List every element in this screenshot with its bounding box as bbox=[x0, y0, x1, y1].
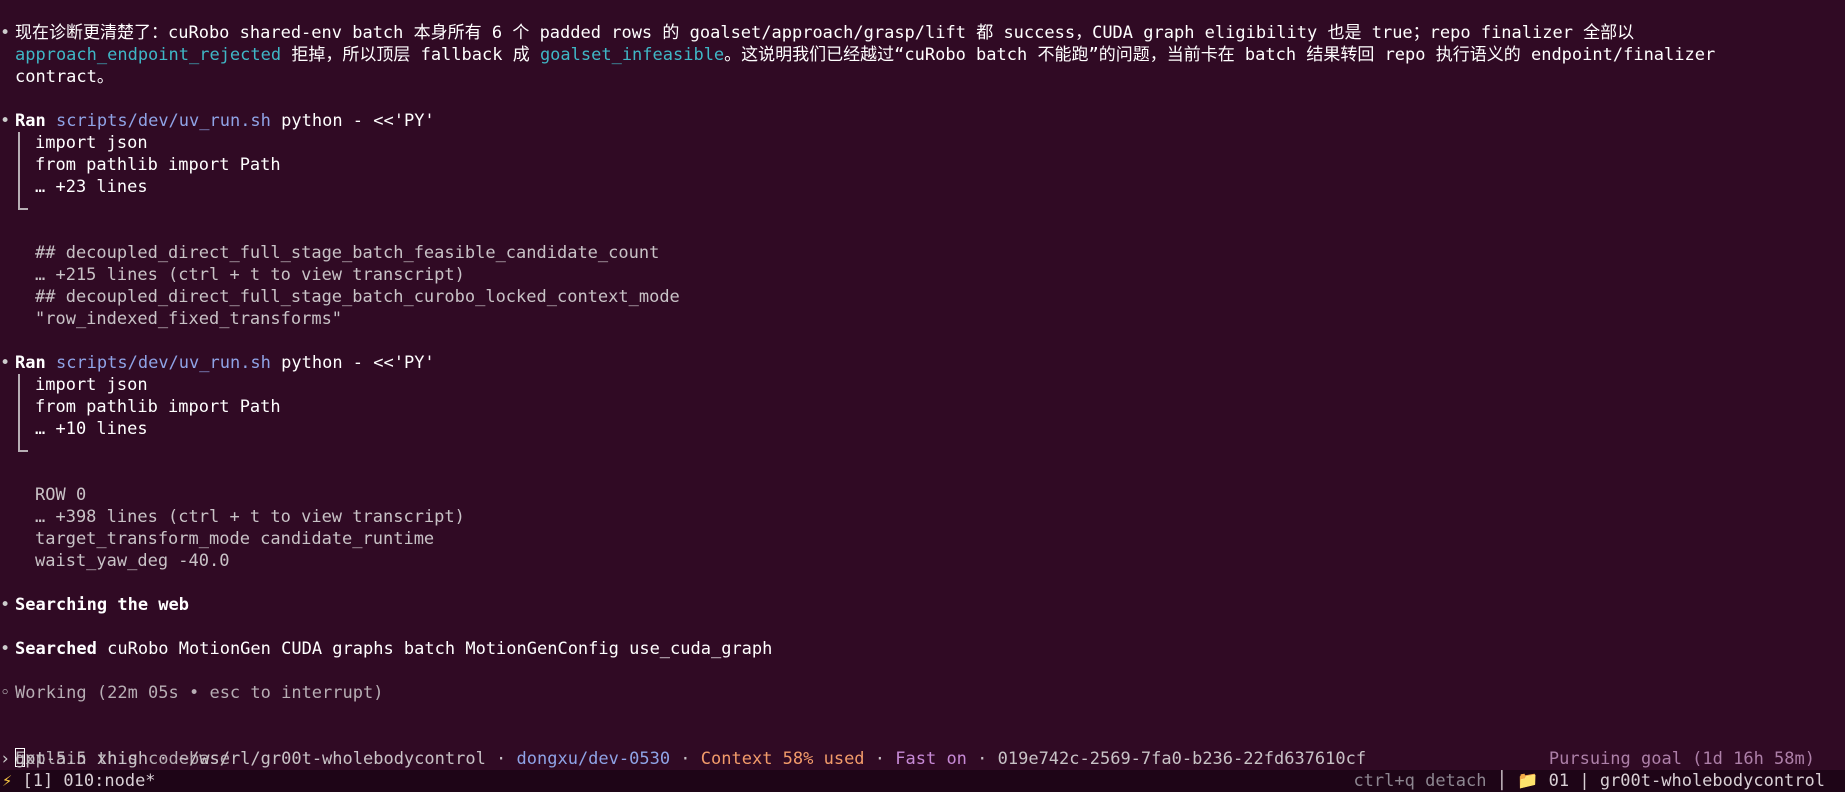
gutter-bar bbox=[18, 396, 20, 418]
script-path: scripts/dev/uv_run.sh bbox=[55, 353, 271, 373]
codex-status-bar: gpt-5.5 xhigh · ~/ws/rl/gr00t-wholebodyc… bbox=[15, 749, 1815, 769]
bullet-icon: • bbox=[0, 353, 11, 373]
command-args: python - <<'PY' bbox=[270, 111, 435, 131]
folder-icon: 📁 bbox=[1517, 771, 1539, 791]
message-text: 拒掉，所以顶层 fallback 成 bbox=[281, 45, 540, 65]
gutter-end-line bbox=[0, 198, 1845, 220]
command-args: python - <<'PY' bbox=[270, 353, 435, 373]
ran-command-header: • Ran scripts/dev/uv_run.sh python - <<'P… bbox=[0, 352, 1845, 374]
session-id: · 019e742c-2569-7fa0-b236-22fd637610cf bbox=[966, 749, 1367, 769]
output-line: "row_indexed_fixed_transforms" bbox=[35, 309, 343, 329]
code-line: import json bbox=[0, 132, 1845, 154]
tmux-right-status: ctrl+q detach │ 📁 01 | gr00t-wholebodyco… bbox=[1353, 770, 1825, 792]
message-text: contract。 bbox=[15, 67, 114, 87]
search-query: cuRobo MotionGen CUDA graphs batch Motio… bbox=[96, 639, 773, 659]
gutter-end bbox=[18, 198, 28, 210]
code-line: from pathlib import Path bbox=[0, 396, 1845, 418]
gutter-bar bbox=[18, 418, 20, 440]
message-line: approach_endpoint_rejected 拒掉，所以顶层 fallb… bbox=[0, 44, 1845, 66]
code-line: … +10 lines bbox=[0, 418, 1845, 440]
code-line: import json bbox=[0, 374, 1845, 396]
output-line: waist_yaw_deg -40.0 bbox=[35, 551, 230, 571]
searched-label: Searched bbox=[15, 639, 97, 659]
tmux-window: [1] 010:node* bbox=[12, 771, 156, 791]
tmux-status-bar: ⚡ [1] 010:node* ctrl+q detach │ 📁 01 | g… bbox=[0, 770, 1845, 792]
output-line: ROW 0 bbox=[35, 485, 87, 505]
bullet-icon: • bbox=[0, 23, 11, 43]
searching-line: • Searching the web bbox=[0, 595, 189, 615]
model-name: gpt-5.5 xhigh bbox=[15, 749, 149, 769]
output-line: … +398 lines (ctrl + t to view transcrip… bbox=[35, 507, 465, 527]
gutter-bar bbox=[18, 154, 20, 176]
tmux-window-list[interactable]: ⚡ [1] 010:node* bbox=[2, 770, 156, 792]
ran-label: Ran bbox=[15, 353, 46, 373]
tmux-session-name: 01 | gr00t-wholebodycontrol bbox=[1538, 771, 1825, 791]
output-line: target_transform_mode candidate_runtime bbox=[35, 529, 435, 549]
output-line: ## decoupled_direct_full_stage_batch_fea… bbox=[35, 243, 660, 263]
bullet-icon: • bbox=[0, 595, 11, 615]
context-usage: Context 58% used bbox=[700, 749, 865, 769]
gutter-bar bbox=[18, 176, 20, 198]
gutter-bar bbox=[18, 374, 20, 396]
message-text: 。这说明我们已经越过“cuRobo batch 不能跑”的问题，当前卡在 bat… bbox=[724, 45, 1716, 65]
separator: │ bbox=[1496, 771, 1507, 791]
detach-hint: ctrl+q detach bbox=[1353, 771, 1487, 791]
git-branch: dongxu/dev-0530 bbox=[516, 749, 671, 769]
gutter-end bbox=[18, 440, 28, 452]
ran-command-header: • Ran scripts/dev/uv_run.sh python - <<'P… bbox=[0, 110, 1845, 132]
bullet-icon: • bbox=[0, 111, 11, 131]
code-token: goalset_infeasible bbox=[539, 45, 725, 65]
gutter-end-line bbox=[0, 440, 1845, 462]
code-token: approach_endpoint_rejected bbox=[15, 45, 282, 65]
working-status: ◦ Working (22m 05s • esc to interrupt) bbox=[0, 683, 384, 703]
working-dir: · ~/ws/rl/gr00t-wholebodycontrol · bbox=[148, 749, 517, 769]
output-line: ## decoupled_direct_full_stage_batch_cur… bbox=[35, 287, 680, 307]
spinner-icon: ◦ bbox=[0, 683, 11, 703]
terminal-output: • 现在诊断更清楚了：cuRobo shared-env batch 本身所有 6… bbox=[0, 0, 1845, 770]
code-line: from pathlib import Path bbox=[0, 154, 1845, 176]
message-line: • 现在诊断更清楚了：cuRobo shared-env batch 本身所有 6… bbox=[0, 22, 1845, 44]
bullet-icon: • bbox=[0, 639, 11, 659]
message-line: contract。 bbox=[0, 66, 1845, 88]
searched-line: • Searched cuRobo MotionGen CUDA graphs b… bbox=[0, 638, 1845, 660]
ran-label: Ran bbox=[15, 111, 46, 131]
lightning-icon: ⚡ bbox=[2, 771, 13, 791]
goal-status: Pursuing goal (1d 16h 58m) bbox=[1548, 749, 1815, 769]
output-line: … +215 lines (ctrl + t to view transcrip… bbox=[35, 265, 465, 285]
fast-mode: Fast on bbox=[895, 749, 967, 769]
gutter-bar bbox=[18, 132, 20, 154]
script-path: scripts/dev/uv_run.sh bbox=[55, 111, 271, 131]
code-line: … +23 lines bbox=[0, 176, 1845, 198]
message-text: 现在诊断更清楚了：cuRobo shared-env batch 本身所有 6 … bbox=[15, 23, 1635, 43]
